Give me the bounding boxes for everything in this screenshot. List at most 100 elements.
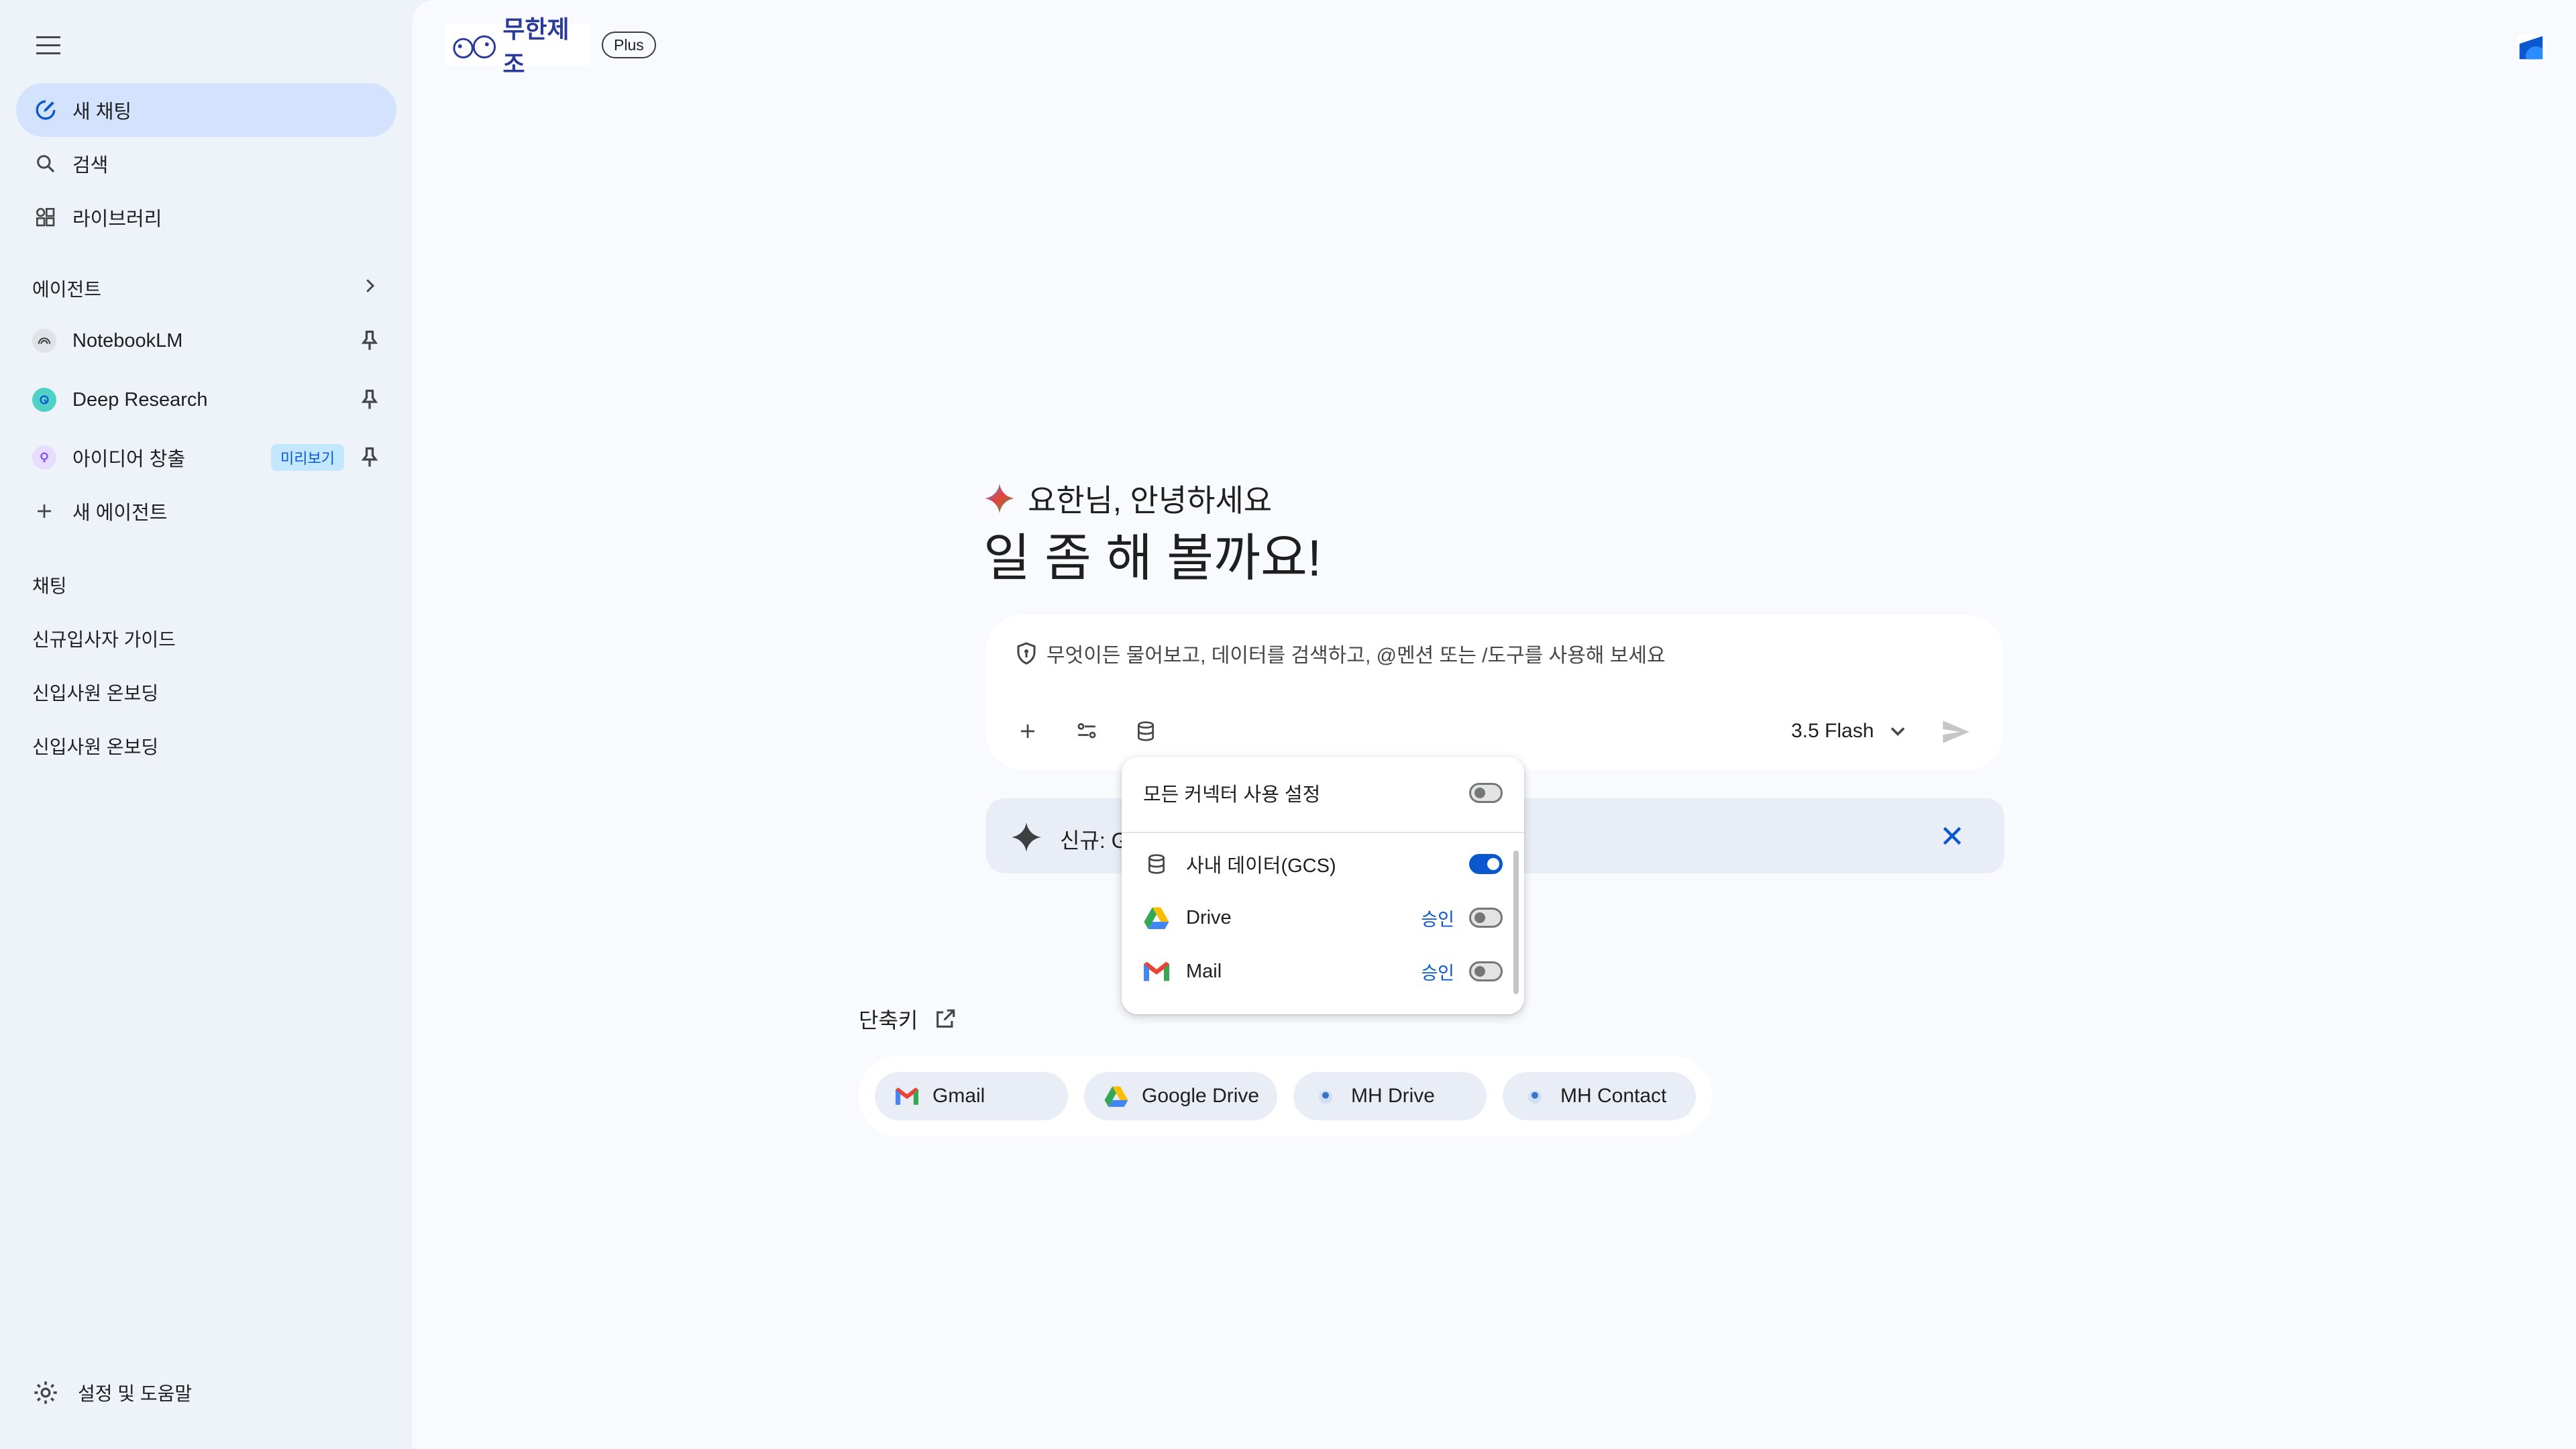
shortcuts-title: 단축키 <box>859 1004 957 1034</box>
nav-search-label: 검색 <box>72 155 109 176</box>
connector-drive-row[interactable]: Drive 승인 <box>1143 898 1503 938</box>
banner-text: 신규: G <box>1060 828 1128 853</box>
approve-link[interactable]: 승인 <box>1421 905 1454 931</box>
chats-section-title: 채팅 <box>32 576 67 596</box>
popup-scrollbar[interactable] <box>1513 851 1519 994</box>
chat-item[interactable]: 신입사원 온보딩 <box>32 679 158 706</box>
connector-gcs-toggle[interactable] <box>1469 854 1503 874</box>
greeting-line1-text: 요한님, 안녕하세요 <box>1028 483 1273 518</box>
shortcuts-title-text: 단축키 <box>859 1008 918 1032</box>
preview-badge: 미리보기 <box>271 444 344 471</box>
connector-drive-toggle[interactable] <box>1469 908 1503 928</box>
notebooklm-icon <box>32 329 56 353</box>
shortcut-label: Google Drive <box>1142 1085 1260 1107</box>
brand[interactable]: 무한제조 Plus <box>445 16 656 78</box>
divider <box>1122 832 1524 833</box>
mascot-logo-icon <box>453 35 496 59</box>
chat-item[interactable]: 신규입사자 가이드 <box>32 625 176 652</box>
agent-idea-label: 아이디어 창출 <box>72 449 186 470</box>
plus-icon <box>32 499 56 523</box>
sidebar: 새 채팅 검색 라이브러리 에이전트 NotebookLM Deep Resea… <box>0 0 413 1449</box>
spark-icon <box>1012 822 1041 852</box>
external-link-icon[interactable] <box>934 1008 957 1030</box>
connector-mail-toggle[interactable] <box>1469 961 1503 981</box>
shortcut-label: MH Drive <box>1351 1085 1435 1107</box>
nav-new-chat-label: 새 채팅 <box>72 101 132 123</box>
agents-section-title: 에이전트 <box>32 279 102 300</box>
agent-notebooklm[interactable]: NotebookLM <box>16 314 396 368</box>
user-avatar-icon[interactable] <box>2516 32 2546 63</box>
chat-item[interactable]: 신입사원 온보딩 <box>32 733 158 759</box>
gear-icon <box>34 1381 57 1404</box>
gmail-icon <box>1143 958 1170 985</box>
agent-notebooklm-label: NotebookLM <box>72 329 183 352</box>
agent-idea[interactable]: 아이디어 창출 미리보기 <box>16 431 396 484</box>
add-button[interactable] <box>1009 712 1046 750</box>
nav-library[interactable]: 라이브러리 <box>16 191 396 244</box>
all-connectors-row[interactable]: 모든 커넥터 사용 설정 <box>1143 773 1503 813</box>
model-selector[interactable]: 3.5 Flash <box>1791 719 1910 743</box>
shortcut-google-drive[interactable]: Google Drive <box>1084 1072 1277 1120</box>
connectors-popup: 모든 커넥터 사용 설정 사내 데이터(GCS) Drive 승인 Mail 승… <box>1122 757 1524 1014</box>
shortcut-label: MH Contact <box>1560 1085 1667 1107</box>
shortcut-label: Gmail <box>932 1085 985 1107</box>
tools-button[interactable] <box>1068 712 1106 750</box>
library-icon <box>34 205 58 229</box>
pin-icon[interactable] <box>358 388 382 412</box>
deep-research-icon <box>32 388 56 412</box>
all-connectors-label: 모든 커넥터 사용 설정 <box>1143 784 1321 806</box>
prompt-placeholder: 무엇이든 물어보고, 데이터를 검색하고, @멘션 또는 /도구를 사용해 보세… <box>1046 645 1666 667</box>
gemini-spark-icon <box>985 484 1014 513</box>
chevron-right-icon[interactable] <box>360 274 380 298</box>
chevron-down-icon <box>1891 727 1905 737</box>
menu-button[interactable] <box>30 30 67 62</box>
model-label: 3.5 Flash <box>1791 720 1874 742</box>
close-icon[interactable] <box>1939 822 1966 849</box>
hamburger-menu-icon <box>36 36 60 54</box>
database-icon <box>1143 851 1170 877</box>
new-chat-icon <box>34 98 58 122</box>
approve-link[interactable]: 승인 <box>1421 959 1454 985</box>
connectors-button[interactable] <box>1127 712 1165 750</box>
search-icon <box>34 152 58 176</box>
all-connectors-toggle[interactable] <box>1469 783 1503 803</box>
mh-drive-icon <box>1313 1084 1338 1108</box>
connector-gcs-label: 사내 데이터(GCS) <box>1186 855 1336 877</box>
new-agent-button[interactable]: 새 에이전트 <box>16 484 396 538</box>
greeting-line1: 요한님, 안녕하세요 <box>983 476 1272 521</box>
settings-button[interactable]: 설정 및 도움말 <box>32 1379 192 1406</box>
agent-deep-research[interactable]: Deep Research <box>16 373 396 427</box>
new-agent-label: 새 에이전트 <box>72 502 168 524</box>
connector-drive-label: Drive <box>1186 906 1232 928</box>
send-icon[interactable] <box>1939 715 1972 749</box>
prompt-input[interactable]: 무엇이든 물어보고, 데이터를 검색하고, @멘션 또는 /도구를 사용해 보세… <box>1014 639 1666 668</box>
mh-contact-icon <box>1523 1084 1547 1108</box>
shortcut-gmail[interactable]: Gmail <box>875 1072 1068 1120</box>
gmail-icon <box>895 1084 919 1108</box>
shortcut-mh-drive[interactable]: MH Drive <box>1293 1072 1487 1120</box>
database-icon <box>1138 721 1154 741</box>
google-drive-icon <box>1143 904 1170 931</box>
shortcut-bar: Gmail Google Drive MH Drive MH Contact <box>859 1056 1712 1136</box>
pin-icon[interactable] <box>358 445 382 470</box>
pin-icon[interactable] <box>358 329 382 353</box>
brand-text: 무한제조 <box>502 16 570 78</box>
tune-icon <box>1077 722 1096 739</box>
shield-icon <box>1017 642 1036 665</box>
idea-icon <box>32 445 56 470</box>
shortcut-mh-contact[interactable]: MH Contact <box>1503 1072 1696 1120</box>
greeting-line2: 일 좀 해 볼까요! <box>983 530 1322 587</box>
connector-gcs-row[interactable]: 사내 데이터(GCS) <box>1143 844 1503 884</box>
plus-icon <box>1021 724 1034 738</box>
nav-new-chat[interactable]: 새 채팅 <box>16 83 396 137</box>
connector-mail-label: Mail <box>1186 960 1222 982</box>
plan-badge: Plus <box>602 32 656 58</box>
agent-deep-research-label: Deep Research <box>72 388 208 411</box>
settings-label: 설정 및 도움말 <box>78 1383 193 1404</box>
prompt-input-box[interactable]: 무엇이든 물어보고, 데이터를 검색하고, @멘션 또는 /도구를 사용해 보세… <box>986 614 2003 770</box>
nav-search[interactable]: 검색 <box>16 137 396 191</box>
connector-mail-row[interactable]: Mail 승인 <box>1143 951 1503 991</box>
nav-library-label: 라이브러리 <box>72 209 162 230</box>
brand-logo: 무한제조 <box>445 16 590 78</box>
google-drive-icon <box>1104 1084 1128 1108</box>
